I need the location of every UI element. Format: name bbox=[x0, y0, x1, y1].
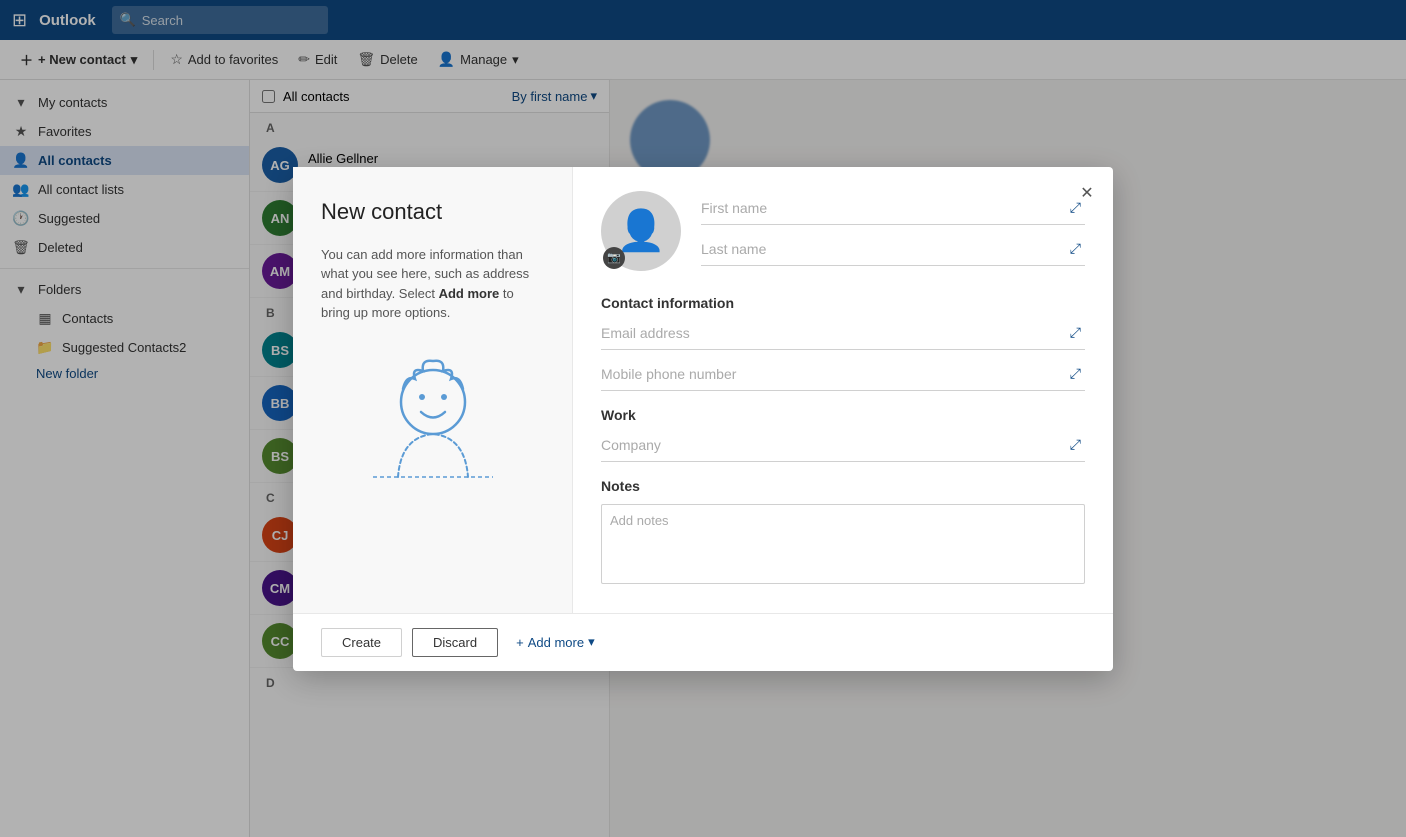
phone-field: ⤢ bbox=[601, 362, 1085, 391]
modal-footer: Create Discard + Add more ▾ bbox=[293, 613, 1113, 671]
first-name-clear-icon[interactable]: ⤢ bbox=[1066, 197, 1085, 218]
phone-clear-icon[interactable]: ⤢ bbox=[1066, 363, 1085, 384]
camera-icon[interactable]: 📷 bbox=[603, 247, 625, 269]
phone-input[interactable] bbox=[601, 362, 1066, 386]
person-placeholder-icon: 👤 bbox=[616, 207, 666, 254]
create-button[interactable]: Create bbox=[321, 628, 402, 657]
notes-section-label: Notes bbox=[601, 478, 1085, 494]
first-name-input[interactable] bbox=[701, 196, 1066, 220]
add-more-button[interactable]: + Add more ▾ bbox=[508, 628, 603, 656]
company-input[interactable] bbox=[601, 433, 1066, 457]
avatar-section: 👤 📷 ⤢ ⤢ bbox=[601, 191, 1085, 271]
work-section-label: Work bbox=[601, 407, 1085, 423]
email-clear-icon[interactable]: ⤢ bbox=[1066, 322, 1085, 343]
new-contact-modal: ✕ New contact You can add more informati… bbox=[293, 167, 1113, 671]
modal-body: New contact You can add more information… bbox=[293, 167, 1113, 613]
add-more-chevron-icon: ▾ bbox=[588, 634, 595, 650]
company-clear-icon[interactable]: ⤢ bbox=[1066, 434, 1085, 455]
company-field: ⤢ bbox=[601, 433, 1085, 462]
email-field: ⤢ bbox=[601, 321, 1085, 350]
modal-right-panel: 👤 📷 ⤢ ⤢ Contact bbox=[573, 167, 1113, 613]
email-input[interactable] bbox=[601, 321, 1066, 345]
modal-left-panel: New contact You can add more information… bbox=[293, 167, 573, 613]
add-more-label: Add more bbox=[528, 635, 584, 650]
notes-textarea[interactable] bbox=[601, 504, 1085, 584]
first-name-field: ⤢ bbox=[701, 196, 1085, 225]
add-more-plus-icon: + bbox=[516, 635, 524, 650]
modal-title: New contact bbox=[321, 199, 442, 225]
last-name-clear-icon[interactable]: ⤢ bbox=[1066, 238, 1085, 259]
name-fields: ⤢ ⤢ bbox=[701, 196, 1085, 266]
contact-info-section-label: Contact information bbox=[601, 295, 1085, 311]
avatar-upload-area[interactable]: 👤 📷 bbox=[601, 191, 681, 271]
modal-description: You can add more information than what y… bbox=[321, 245, 544, 323]
modal-overlay: ✕ New contact You can add more informati… bbox=[0, 0, 1406, 837]
last-name-input[interactable] bbox=[701, 237, 1066, 261]
notes-section: Notes bbox=[601, 478, 1085, 589]
modal-illustration bbox=[343, 347, 523, 507]
last-name-field: ⤢ bbox=[701, 237, 1085, 266]
discard-button[interactable]: Discard bbox=[412, 628, 498, 657]
